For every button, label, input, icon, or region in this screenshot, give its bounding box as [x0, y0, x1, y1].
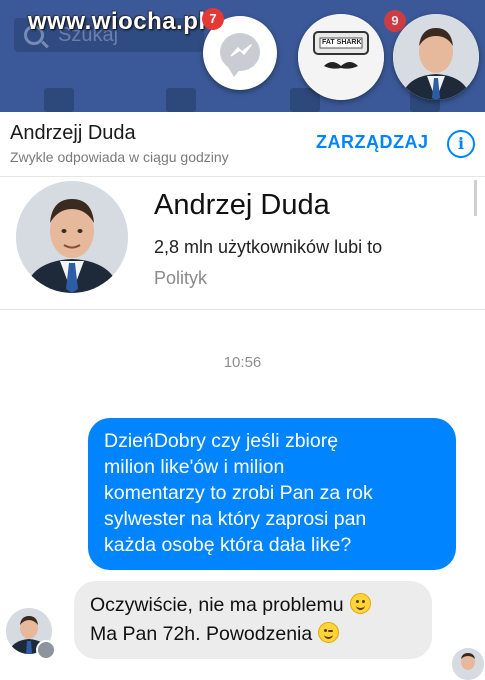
page-badge-icon [36, 640, 56, 660]
info-icon[interactable]: i [447, 130, 475, 158]
messenger-unread-badge: 7 [202, 8, 224, 30]
outgoing-message-line: milion like'ów i milion [104, 456, 285, 478]
smile-emoji-icon [349, 593, 371, 614]
scrollbar[interactable] [474, 180, 477, 216]
wink-emoji-icon [318, 622, 340, 643]
messenger-bolt-icon [230, 44, 252, 57]
meme-chat-head[interactable]: FAT SHARK [298, 14, 384, 100]
outgoing-message-bubble[interactable]: DzieńDobry czy jeśli zbiorę milion like'… [88, 418, 456, 570]
response-time-text: Zwykle odpowiada w ciągu godziny [10, 149, 229, 165]
incoming-message-line: Ma Pan 72h. Powodzenia [90, 623, 313, 645]
contact-chat-head[interactable] [393, 14, 479, 100]
profile-card: Andrzej Duda 2,8 mln użytkowników lubi t… [0, 177, 485, 310]
manage-button[interactable]: ZARZĄDZAJ [316, 132, 429, 153]
outgoing-message-line: każda osobę która dała like? [104, 534, 352, 556]
news-feed-icon[interactable] [44, 88, 74, 112]
incoming-message-row: Oczywiście, nie ma problemu [90, 591, 416, 620]
corner-avatar[interactable] [452, 648, 484, 680]
profile-avatar[interactable] [16, 181, 128, 293]
conversation-header: Andrzejj Duda Zwykle odpowiada w ciągu g… [0, 112, 485, 177]
contact-name: Andrzejj Duda [10, 122, 136, 144]
profile-likes-count: 2,8 mln użytkowników lubi to [154, 237, 383, 257]
meme-face-image [298, 14, 384, 100]
corner-avatar-photo [452, 648, 484, 680]
contact-avatar-image [393, 14, 479, 100]
meme-text: FAT SHARK [322, 39, 362, 46]
outgoing-message-line: sylwester na który zaprosi pan [104, 508, 367, 530]
profile-category: Polityk [154, 268, 208, 288]
watermark: www.wiocha.pl [28, 8, 206, 35]
outgoing-message-line: DzieńDobry czy jeśli zbiorę [104, 430, 339, 452]
incoming-message-line: Oczywiście, nie ma problemu [90, 594, 344, 616]
profile-name: Andrzej Duda [154, 189, 330, 221]
incoming-message-bubble[interactable]: Oczywiście, nie ma problemu Ma Pan 72h. … [74, 581, 432, 659]
outgoing-message-line: komentarzy to zrobi Pan za rok [104, 482, 373, 504]
incoming-message-row: Ma Pan 72h. Powodzenia [90, 620, 416, 649]
message-timestamp: 10:56 [223, 354, 262, 371]
profile-photo [16, 181, 128, 293]
friends-icon[interactable] [166, 88, 196, 112]
